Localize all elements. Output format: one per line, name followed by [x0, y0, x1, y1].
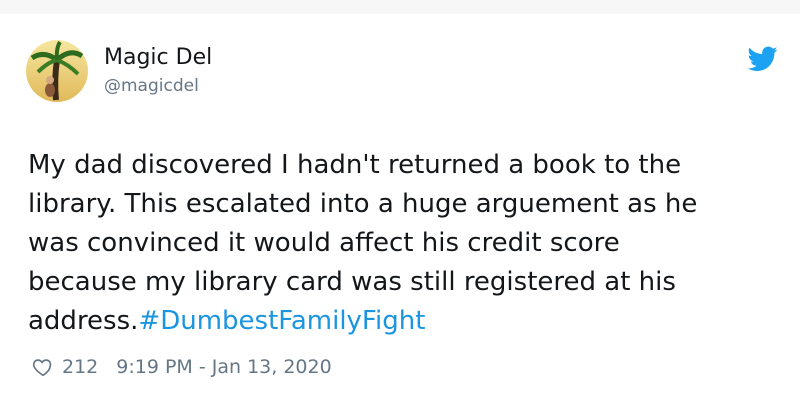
avatar[interactable] — [26, 40, 88, 102]
user-handle[interactable]: @magicdel — [104, 74, 212, 98]
like-count[interactable]: 212 — [62, 356, 98, 378]
tweet-card: Magic Del @magicdel My dad discovered I … — [0, 0, 800, 420]
top-strip — [0, 0, 800, 14]
twitter-bird-icon[interactable] — [747, 46, 778, 72]
tweet-footer: 212 9:19 PM - Jan 13, 2020 — [32, 356, 332, 378]
heart-outline-icon[interactable] — [32, 356, 54, 378]
tweet-text: My dad discovered I hadn't returned a bo… — [28, 146, 776, 341]
display-name[interactable]: Magic Del — [104, 44, 212, 72]
user-info: Magic Del @magicdel — [104, 44, 212, 98]
palm-tree-avatar-icon — [26, 40, 88, 102]
timestamp[interactable]: 9:19 PM - Jan 13, 2020 — [116, 356, 331, 378]
tweet-header: Magic Del @magicdel — [26, 40, 212, 102]
hashtag-link[interactable]: #DumbestFamilyFight — [138, 306, 425, 336]
